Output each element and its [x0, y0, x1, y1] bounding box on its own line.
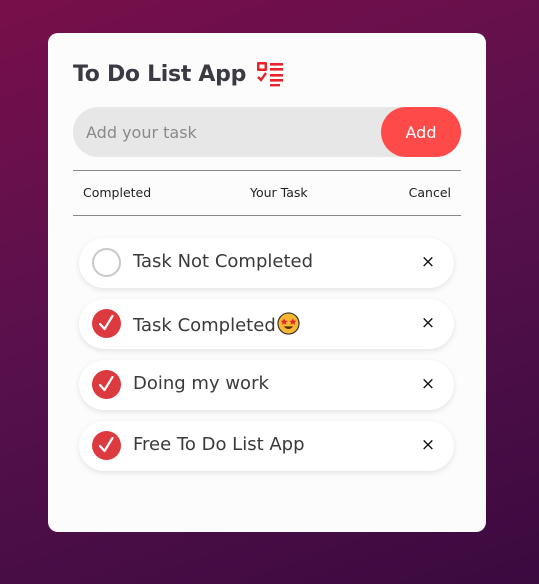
add-button[interactable]: Add	[381, 107, 461, 157]
task-item[interactable]: Task Not Completed ×	[79, 238, 454, 288]
todo-card: To Do List App Add Completed Your Task C…	[48, 33, 486, 532]
title-row: To Do List App	[73, 61, 284, 87]
task-item[interactable]: Task Completed ×	[79, 299, 454, 349]
task-item[interactable]: Free To Do List App ×	[79, 421, 454, 471]
star-struck-emoji-icon	[277, 312, 300, 335]
close-icon[interactable]: ×	[418, 313, 438, 333]
column-header: Completed Your Task Cancel	[73, 170, 461, 216]
header-cancel: Cancel	[408, 185, 451, 200]
close-icon[interactable]: ×	[418, 374, 438, 394]
checklist-icon	[256, 61, 284, 87]
app-title: To Do List App	[73, 61, 247, 87]
task-label-wrapper: Task Completed	[133, 312, 300, 336]
header-completed: Completed	[83, 185, 152, 200]
task-input[interactable]	[73, 107, 373, 157]
task-item[interactable]: Doing my work ×	[79, 360, 454, 410]
checked-circle-icon[interactable]	[92, 309, 121, 338]
checked-circle-icon[interactable]	[92, 431, 121, 460]
close-icon[interactable]: ×	[418, 252, 438, 272]
task-label: Task Completed	[133, 315, 276, 336]
add-task-bar: Add	[73, 107, 461, 157]
checked-circle-icon[interactable]	[92, 370, 121, 399]
task-label: Doing my work	[133, 373, 269, 394]
task-label: Free To Do List App	[133, 434, 305, 455]
header-your-task: Your Task	[250, 185, 308, 200]
close-icon[interactable]: ×	[418, 435, 438, 455]
task-label: Task Not Completed	[133, 251, 313, 272]
task-list: Task Not Completed × Task Completed × Do…	[79, 238, 454, 482]
unchecked-circle-icon[interactable]	[92, 248, 121, 277]
